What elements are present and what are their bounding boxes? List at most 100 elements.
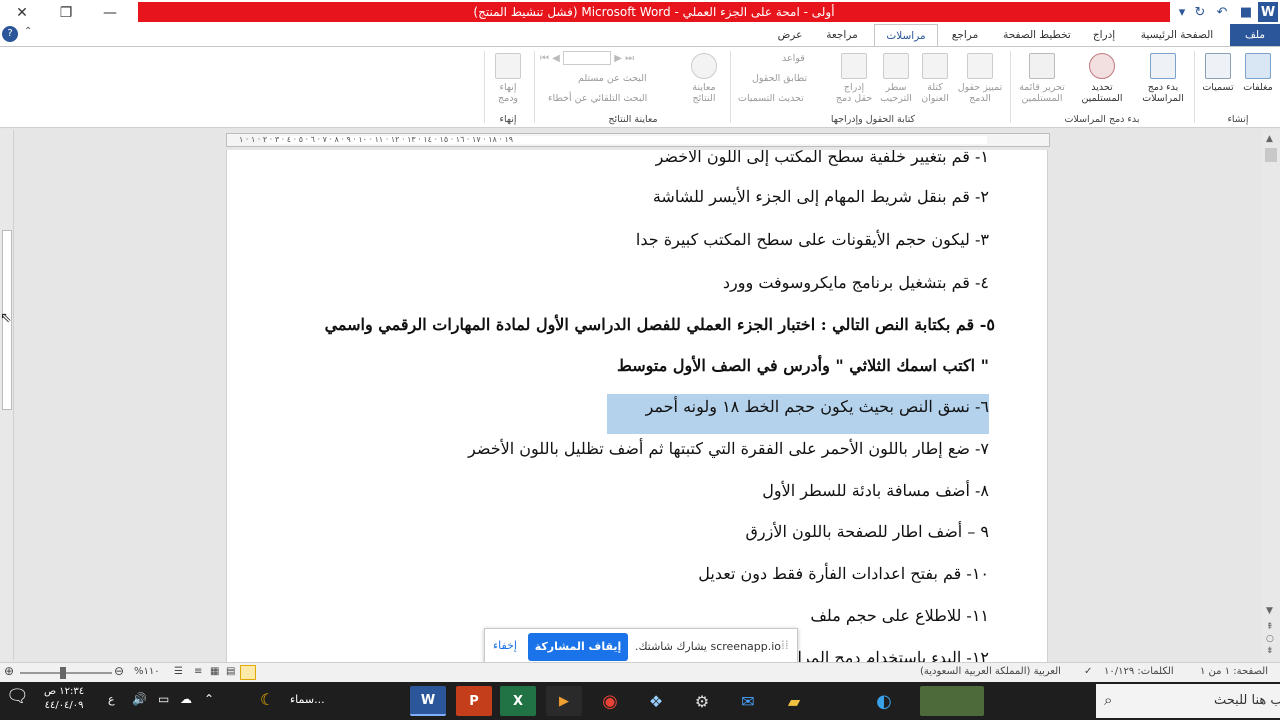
excel-taskbar-icon[interactable]: X	[500, 686, 536, 716]
draft-view-icon[interactable]: ☰	[174, 666, 183, 677]
document-line[interactable]: ٦- نسق النص بحيث يكون حجم الخط ١٨ ولونه …	[646, 396, 989, 418]
zoom-out-icon[interactable]: ⊖	[114, 664, 124, 678]
input-language[interactable]: ع	[108, 693, 115, 706]
tab-file[interactable]: ملف	[1230, 24, 1280, 46]
media-player-icon[interactable]: ▶	[546, 686, 582, 716]
address-block-button[interactable]: كتلة العنوان	[916, 53, 954, 104]
word-count[interactable]: الكلمات: ١٠/١٢٩	[1104, 666, 1174, 677]
browse-object-icon[interactable]: ○	[1266, 634, 1274, 644]
clock[interactable]: ١٢:٣٤ ص ٤٤/٠٤/٠٩	[44, 685, 84, 713]
weather-widget[interactable]: سماء...	[290, 693, 325, 706]
horizontal-ruler[interactable]: ١٩ · ١٨ · ١٧ · ١٦ · ١٥ · ١٤ · ١٣ · ١٢ · …	[226, 133, 1050, 147]
record-number-input[interactable]	[563, 51, 612, 65]
status-bar: ⊕ ⊖ ١١٠% ☰ ≡ ▦ ▤ العربية (المملكة العربي…	[0, 662, 1280, 682]
preview-results-button[interactable]: معاينة النتائج	[682, 53, 726, 104]
mail-icon[interactable]: ✉	[730, 686, 766, 716]
update-labels-button[interactable]: تحديث التسميات	[738, 93, 804, 104]
drag-handle-icon[interactable]: ⁞⁞	[781, 638, 789, 652]
network-icon[interactable]: ▭	[158, 692, 169, 706]
file-explorer-icon[interactable]: ❖	[638, 686, 674, 716]
tab-mailings[interactable]: مراسلات	[874, 24, 938, 46]
tab-insert[interactable]: إدراج	[1082, 24, 1126, 46]
scroll-thumb[interactable]	[1265, 148, 1277, 162]
customize-toolbar-button[interactable]: ▾	[1172, 2, 1192, 22]
finish-merge-button[interactable]: إنهاء ودمج	[488, 53, 528, 104]
onedrive-icon[interactable]: ☁	[180, 692, 192, 706]
start-mail-merge-button[interactable]: بدء دمج المراسلات	[1136, 53, 1190, 104]
tab-references[interactable]: مراجع	[940, 24, 990, 46]
collapse-ribbon-icon[interactable]: ⌃	[24, 26, 32, 37]
help-icon[interactable]: ?	[2, 26, 18, 42]
page-count[interactable]: الصفحة: ١ من ١	[1200, 666, 1268, 677]
select-recipients-button[interactable]: تحديد المستلمين	[1074, 53, 1130, 104]
next-page-icon[interactable]: ⇟	[1266, 646, 1274, 656]
greeting-line-button[interactable]: سطر الترحيب	[876, 53, 916, 104]
document-line[interactable]: ٨- أضف مسافة بادئة للسطر الأول	[762, 480, 989, 502]
vertical-ruler[interactable]: ⇖	[0, 130, 14, 660]
document-line[interactable]: ٩ – أضف اطار للصفحة باللون الأزرق	[746, 521, 989, 543]
settings-icon[interactable]: ⚙	[684, 686, 720, 716]
insert-merge-field-button[interactable]: إدراج حقل دمج	[834, 53, 874, 104]
search-placeholder: اكتب هنا للبحث	[1214, 693, 1280, 708]
language-status[interactable]: العربية (المملكة العربية السعودية)	[920, 666, 1061, 677]
zoom-level[interactable]: ١١٠%	[134, 666, 160, 677]
zoom-slider-thumb[interactable]	[60, 667, 66, 679]
close-button[interactable]: ✕	[0, 0, 44, 26]
vertical-scrollbar[interactable]: ▲ ▼ ⇞ ○ ⇟	[1262, 130, 1280, 660]
match-fields-button[interactable]: تطابق الحقول	[752, 73, 807, 84]
powerpoint-taskbar-icon[interactable]: P	[456, 686, 492, 716]
hide-share-bar-link[interactable]: إخفاء	[493, 639, 517, 652]
document-line[interactable]: ١١- للاطلاع على حجم ملف	[810, 605, 989, 627]
minimize-button[interactable]: —	[88, 0, 132, 26]
rules-button[interactable]: قواعد	[782, 53, 805, 64]
volume-icon[interactable]: 🔊	[132, 692, 147, 706]
stop-sharing-button[interactable]: إيقاف المشاركة	[528, 633, 628, 661]
scroll-up-icon[interactable]: ▲	[1266, 134, 1273, 144]
full-screen-reading-icon[interactable]: ▤	[226, 666, 235, 677]
save-button[interactable]: ■	[1236, 2, 1256, 22]
document-line[interactable]: ٥- قم بكتابة النص التالي : اختبار الجزء …	[325, 314, 995, 336]
word-taskbar-icon[interactable]: W	[410, 686, 446, 716]
document-line[interactable]: " اكتب اسمك الثلاثي " وأدرس في الصف الأو…	[617, 355, 989, 377]
labels-button[interactable]: تسميات	[1198, 53, 1238, 93]
sharing-status-text: screenapp.io يشارك شاشتك.	[635, 640, 782, 653]
previous-page-icon[interactable]: ⇞	[1266, 622, 1274, 632]
folder-icon[interactable]: ▰	[776, 686, 812, 716]
taskbar-search-box[interactable]: اكتب هنا للبحث ⌕	[1096, 684, 1280, 718]
zoom-in-icon[interactable]: ⊕	[4, 664, 14, 678]
notifications-icon[interactable]: 🗨	[6, 686, 29, 707]
scroll-down-icon[interactable]: ▼	[1266, 606, 1273, 616]
undo-button[interactable]: ↶	[1212, 2, 1232, 22]
group-divider	[730, 51, 731, 123]
zoom-slider[interactable]	[20, 672, 112, 674]
document-line[interactable]: ٢- قم بنقل شريط المهام إلى الجزء الأيسر …	[653, 186, 989, 208]
outline-view-icon[interactable]: ≡	[194, 666, 202, 677]
envelopes-button[interactable]: مغلفات	[1238, 53, 1278, 93]
document-line[interactable]: ٧- ضع إطار باللون الأحمر على الفقرة التي…	[468, 438, 989, 460]
document-line[interactable]: ١٠- قم بفتح اعدادات الفأرة فقط دون تعديل	[698, 563, 989, 585]
redo-button[interactable]: ↻	[1190, 2, 1210, 22]
moon-icon: ☾	[260, 690, 275, 709]
chrome-icon[interactable]: ◉	[592, 686, 628, 716]
group-divider	[1194, 51, 1195, 123]
document-page[interactable]: ١- قم بتغيير خلفية سطح المكتب إلى اللون …	[226, 150, 1048, 662]
tab-home[interactable]: الصفحة الرئيسية	[1128, 24, 1226, 46]
print-layout-icon[interactable]	[240, 665, 256, 680]
document-line[interactable]: ١- قم بتغيير خلفية سطح المكتب إلى اللون …	[656, 150, 989, 168]
spell-check-icon[interactable]: ✓	[1084, 666, 1092, 677]
restore-button[interactable]: ❐	[44, 0, 88, 26]
highlight-merge-fields-button[interactable]: تمييز حقول الدمج	[954, 53, 1006, 104]
document-line[interactable]: ٤- قم بتشغيل برنامج مايكروسوفت وورد	[723, 272, 989, 294]
auto-check-errors-button[interactable]: البحث التلقائي عن أخطاء	[548, 93, 647, 104]
find-recipient-button[interactable]: البحث عن مستلم	[578, 73, 647, 84]
tab-review[interactable]: مراجعة	[814, 24, 870, 46]
document-line[interactable]: ٣- ليكون حجم الأيقونات على سطح المكتب كب…	[636, 229, 989, 251]
tab-view[interactable]: عرض	[768, 24, 812, 46]
chevron-up-icon[interactable]: ⌃	[204, 692, 214, 706]
edge-icon[interactable]: ◐	[866, 686, 902, 716]
edit-recipient-list-button[interactable]: تحرير قائمة المستلمين	[1014, 53, 1070, 104]
undo-icon: ↶	[1216, 4, 1228, 20]
web-layout-icon[interactable]: ▦	[210, 666, 219, 677]
tab-page-layout[interactable]: تخطيط الصفحة	[996, 24, 1078, 46]
widgets-image[interactable]	[920, 686, 984, 716]
